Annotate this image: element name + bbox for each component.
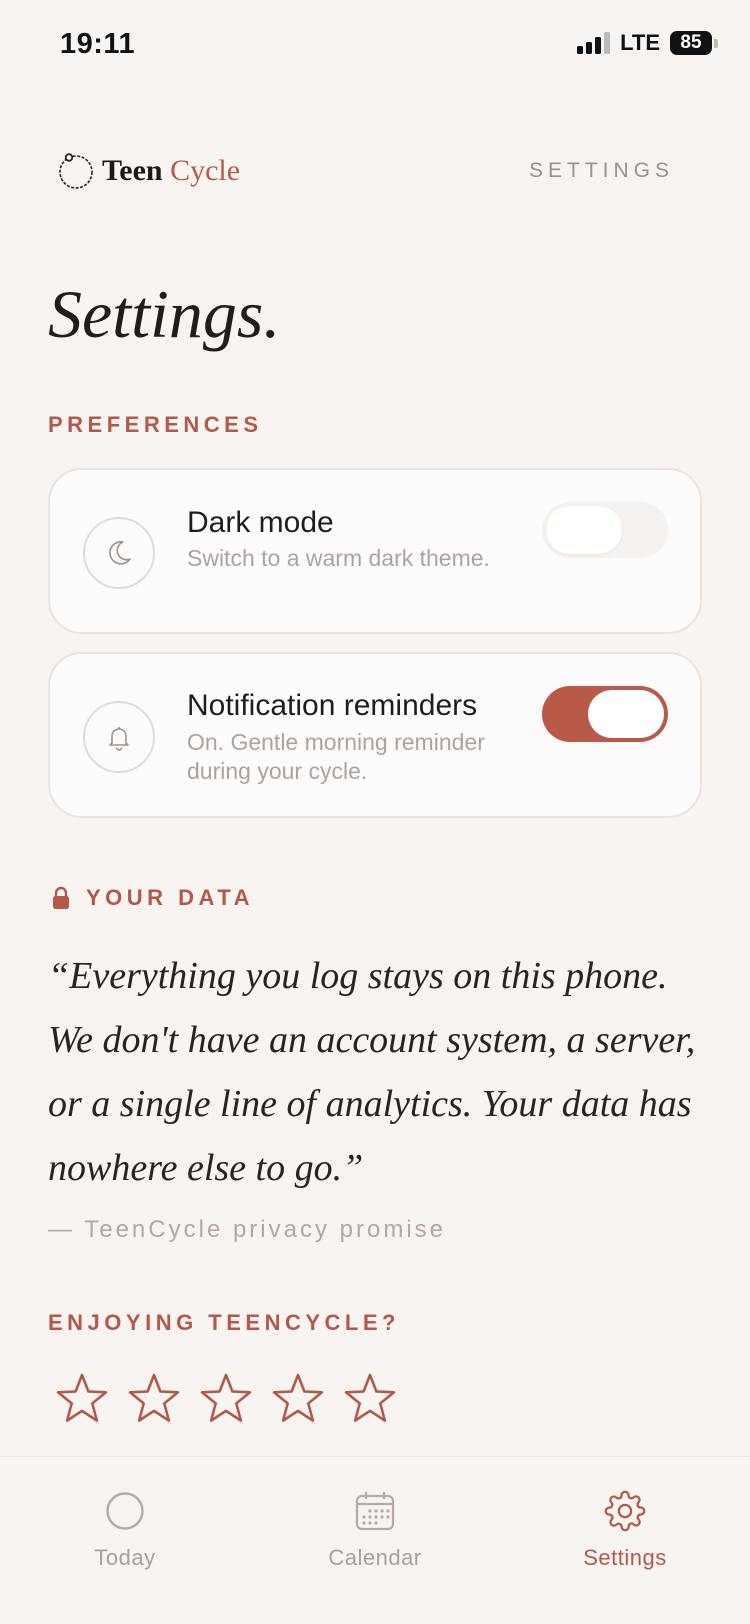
your-data-label: YOUR DATA	[86, 885, 255, 910]
status-bar: 19:11 LTE 85	[0, 0, 750, 90]
bell-icon	[83, 701, 155, 773]
dark-mode-subtitle: Switch to a warm dark theme.	[187, 545, 490, 571]
nav-settings-label: Settings	[583, 1545, 667, 1570]
notification-toggle[interactable]	[542, 686, 668, 742]
moon-icon	[83, 517, 155, 589]
status-indicators: LTE 85	[577, 30, 718, 56]
app-header: Teen Cycle SETTINGS	[56, 148, 674, 194]
battery-level: 85	[670, 31, 712, 55]
star-icon-2[interactable]	[128, 1372, 180, 1424]
star-icon-1[interactable]	[56, 1372, 108, 1424]
notification-card: Notification reminders On. Gentle mornin…	[48, 652, 702, 818]
app-name-teen: Teen	[102, 154, 163, 187]
gear-icon	[604, 1490, 646, 1532]
your-data-header: YOUR DATA	[52, 885, 254, 911]
notification-subtitle: On. Gentle morning reminder during your …	[187, 729, 485, 784]
header-section-label: SETTINGS	[528, 159, 674, 182]
signal-icon	[577, 32, 611, 54]
dark-mode-title: Dark mode	[187, 506, 334, 539]
nav-calendar-label: Calendar	[328, 1545, 422, 1570]
quote-attribution: — TeenCycle privacy promise	[48, 1216, 447, 1243]
dark-mode-card: Dark mode Switch to a warm dark theme.	[48, 468, 702, 634]
network-type: LTE	[620, 30, 660, 55]
privacy-quote: “Everything you log stays on this phone.…	[48, 955, 696, 1189]
star-icon-3[interactable]	[200, 1372, 252, 1424]
toggle-knob	[588, 690, 664, 738]
app-name: Teen Cycle	[102, 154, 240, 188]
circle-icon	[104, 1490, 146, 1532]
lock-icon	[53, 886, 69, 909]
preferences-label: PREFERENCES	[48, 412, 263, 437]
star-icon-5[interactable]	[344, 1372, 396, 1424]
toggle-knob	[546, 506, 622, 554]
settings-screen: 19:11 LTE 85 Teen Cycle SETTINGS Setting…	[0, 0, 750, 1624]
notification-title: Notification reminders	[187, 689, 478, 722]
battery-icon: 85	[670, 31, 718, 55]
app-logo: Teen Cycle	[56, 151, 240, 191]
nav-settings[interactable]: Settings	[525, 1457, 725, 1587]
calendar-icon	[354, 1490, 396, 1532]
page-title: Settings.	[48, 276, 281, 352]
rating-label: ENJOYING TEENCYCLE?	[48, 1310, 400, 1335]
star-icon-4[interactable]	[272, 1372, 324, 1424]
status-time: 19:11	[60, 28, 136, 60]
app-name-cycle: Cycle	[170, 154, 241, 187]
cycle-logo-icon	[59, 153, 93, 189]
nav-calendar[interactable]: Calendar	[275, 1457, 475, 1587]
nav-today-label: Today	[94, 1545, 156, 1570]
star-rating	[56, 1372, 396, 1424]
bottom-nav: Today Calendar Settings	[0, 1456, 750, 1624]
nav-today[interactable]: Today	[25, 1457, 225, 1587]
dark-mode-toggle[interactable]	[542, 502, 668, 558]
